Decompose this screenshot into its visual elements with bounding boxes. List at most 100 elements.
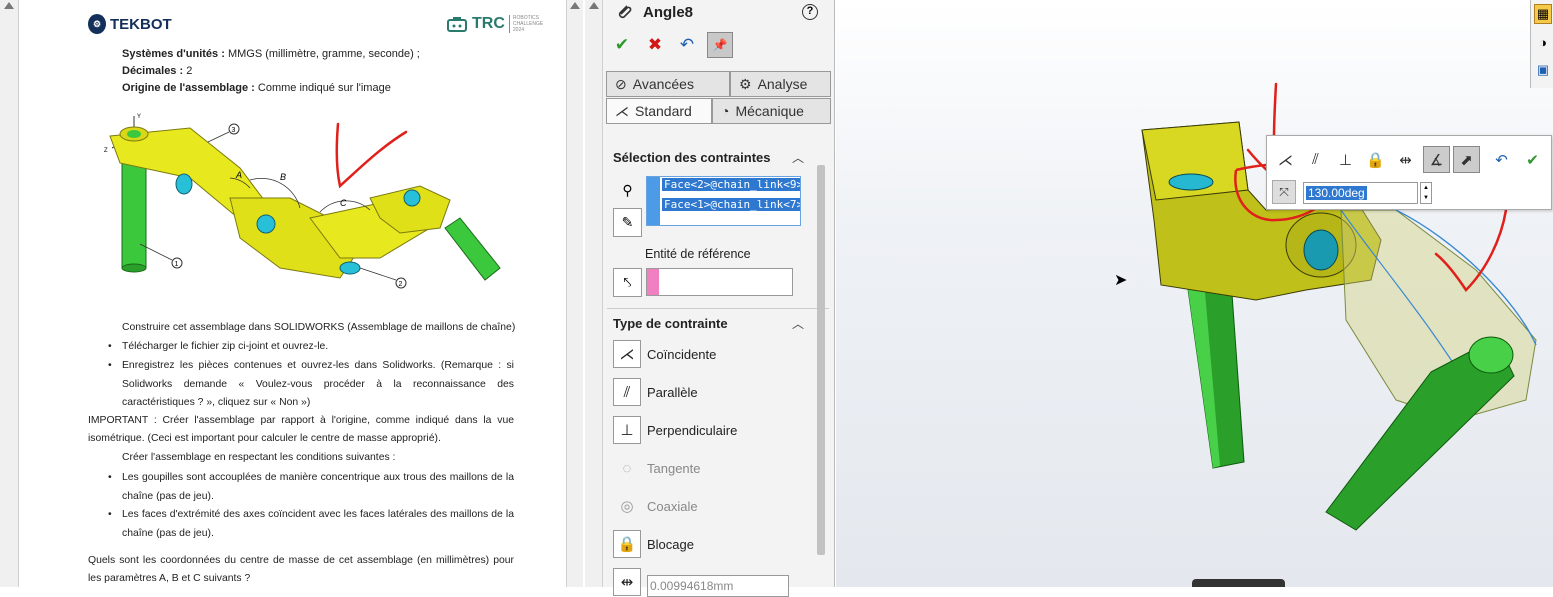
parallel-icon: ⫽ (613, 378, 641, 406)
ok-button[interactable]: ✔ (609, 32, 635, 58)
popup-distance-button[interactable]: ⇹ (1392, 146, 1419, 173)
bottom-toolbar-tab[interactable] (1192, 579, 1285, 587)
custom-properties-icon[interactable]: ▣ (1534, 60, 1552, 80)
constraint-coaxial[interactable]: ◎ Coaxiale (613, 492, 697, 520)
dim-c-label: C (340, 198, 347, 208)
reference-entity-field[interactable] (646, 268, 793, 296)
important-note: IMPORTANT : Créer l'assemblage par rappo… (88, 415, 514, 444)
entities-to-mate-icon: ⚲ (622, 182, 633, 198)
check-icon: ✔ (614, 35, 630, 54)
coaxial-icon: ◎ (620, 498, 634, 515)
callout-3: 3 (232, 127, 236, 134)
mate-popup-toolbar: ⋌ ⫽ ⊥ 🔒 ⇹ ∡ ⬈ ↶ ✔ ⤧ 130.00deg ▲ ▼ (1266, 135, 1552, 210)
popup-ok-button[interactable]: ✔ (1519, 146, 1546, 173)
mouse-cursor-icon: ➤ (1114, 272, 1128, 289)
tab-analysis[interactable]: ⚙ Analyse (730, 71, 831, 97)
lock-icon: 🔒 (613, 530, 641, 558)
angle-spinner[interactable]: ▲ ▼ (1420, 182, 1432, 204)
help-icon[interactable]: ? (802, 4, 818, 20)
pm-title: Angle8 (643, 3, 694, 21)
constraint-lock[interactable]: 🔒 Blocage (613, 530, 694, 558)
selection-section-header[interactable]: Sélection des contraintes (613, 150, 771, 165)
constraint-perpendicular[interactable]: ⊥ Perpendiculaire (613, 416, 737, 444)
tekbot-logo: ⚙ TEKBOT (88, 14, 172, 34)
reference-entity-label: Entité de référence (645, 247, 751, 261)
doc-right-scrollbar[interactable] (566, 0, 583, 587)
dim-a-label: A (235, 170, 242, 180)
collapse-chevron-icon[interactable]: ︿ (792, 149, 804, 166)
pushpin-icon: 📌 (712, 38, 728, 52)
selection-item[interactable]: Face<1>@chain_link<7> (662, 198, 800, 211)
popup-angle-button[interactable]: ∡ (1423, 146, 1450, 173)
appearances-icon[interactable]: ◑ (1534, 32, 1552, 52)
standard-mate-icon: ⋌ (615, 102, 629, 119)
constraint-tangent[interactable]: ◌ Tangente (613, 454, 701, 482)
trc-logo-subtitle: ROBOTICS CHALLENGE 2024 (508, 15, 543, 33)
origin-line: Origine de l'assemblage : Comme indiqué … (122, 82, 391, 94)
popup-perpendicular-button[interactable]: ⊥ (1332, 146, 1359, 173)
tangent-icon: ◌ (622, 459, 632, 477)
gear-icon: ⚙ (739, 75, 752, 92)
sw-left-strip (585, 0, 603, 587)
collapse-chevron-icon[interactable]: ︿ (792, 315, 804, 332)
design-library-icon[interactable]: ▦ (1534, 4, 1552, 24)
distance-row: ⇹ 0.00994618mm (613, 568, 789, 597)
angle-value-input[interactable]: 130.00deg (1303, 182, 1418, 204)
bullet-pins: Les goupilles sont accouplées de manière… (108, 469, 514, 506)
pm-scrollbar[interactable] (817, 165, 825, 555)
property-manager: Angle8 ? ✔ ✖ ↶ 📌 ⊘ Avancées ⚙ Analyse ⋌ Sta… (603, 0, 835, 597)
distance-icon: ⇹ (613, 568, 641, 596)
doc-left-scrollbar[interactable] (0, 0, 19, 587)
undo-icon: ↶ (1495, 151, 1508, 169)
pin-button[interactable]: 📌 (707, 32, 733, 58)
trc-robot-icon (447, 17, 467, 32)
cancel-button[interactable]: ✖ (642, 32, 668, 58)
constraint-parallel[interactable]: ⫽ Parallèle (613, 378, 698, 406)
popup-align-button[interactable]: ⤧ (1272, 180, 1296, 204)
tab-standard[interactable]: ⋌ Standard (606, 98, 712, 124)
mechanical-mate-icon: ◔ (721, 103, 730, 119)
decimals-line: Décimales : 2 (122, 65, 193, 77)
popup-flip-button[interactable]: ⬈ (1453, 146, 1480, 173)
scroll-up-arrow-icon[interactable] (4, 2, 14, 9)
undo-button[interactable]: ↶ (674, 32, 700, 58)
question-text: Quels sont les coordonnées du centre de … (88, 555, 514, 584)
popup-lock-button[interactable]: 🔒 (1362, 146, 1389, 173)
flip-arrow-icon: ⬈ (1460, 151, 1473, 169)
trc-logo-text: TRC (472, 15, 505, 32)
reference-entity-icon: ⤣ (613, 268, 642, 297)
distance-input[interactable]: 0.00994618mm (647, 575, 789, 597)
perpendicular-icon: ⊥ (613, 416, 641, 444)
mate-selections-list[interactable]: Face<2>@chain_link<9> Face<1>@chain_link… (646, 176, 801, 226)
axis-y-label: Y (137, 114, 141, 120)
advanced-mate-icon: ⊘ (615, 75, 627, 92)
tab-advanced[interactable]: ⊘ Avancées (606, 71, 730, 97)
tab-mechanical[interactable]: ◔ Mécanique (712, 98, 831, 124)
assembly-model-view[interactable] (836, 0, 1553, 587)
multi-mate-button[interactable]: ✎ (613, 208, 642, 237)
close-icon: ✖ (647, 35, 663, 54)
lock-icon: 🔒 (1366, 151, 1385, 169)
callout-2: 2 (399, 281, 403, 288)
undo-icon: ↶ (679, 35, 695, 54)
check-icon: ✔ (1526, 151, 1539, 169)
coincident-icon: ⋌ (613, 340, 641, 368)
callout-1: 1 (175, 261, 179, 268)
graphics-area[interactable] (836, 0, 1553, 587)
tekbot-logo-icon: ⚙ (88, 14, 106, 34)
align-icon: ⤧ (1279, 184, 1289, 199)
coincident-icon: ⋌ (1278, 151, 1293, 169)
constraint-coincident[interactable]: ⋌ Coïncidente (613, 340, 716, 368)
distance-icon: ⇹ (1399, 151, 1412, 169)
selection-item[interactable]: Face<2>@chain_link<9> (662, 178, 800, 191)
paperclip-icon (618, 5, 632, 19)
bullet-faces: Les faces d'extrémité des axes coïnciden… (108, 506, 514, 543)
popup-parallel-button[interactable]: ⫽ (1302, 146, 1329, 173)
popup-coincident-button[interactable]: ⋌ (1272, 146, 1299, 173)
conditions-text: Créer l'assemblage en respectant les con… (122, 452, 396, 463)
popup-undo-button[interactable]: ↶ (1488, 146, 1515, 173)
scroll-up-arrow-icon[interactable] (570, 2, 580, 9)
collapse-arrow-icon[interactable] (589, 2, 599, 9)
constraint-type-header[interactable]: Type de contrainte (613, 316, 728, 331)
bullet-save-parts: Enregistrez les pièces contenues et ouvr… (108, 357, 514, 413)
